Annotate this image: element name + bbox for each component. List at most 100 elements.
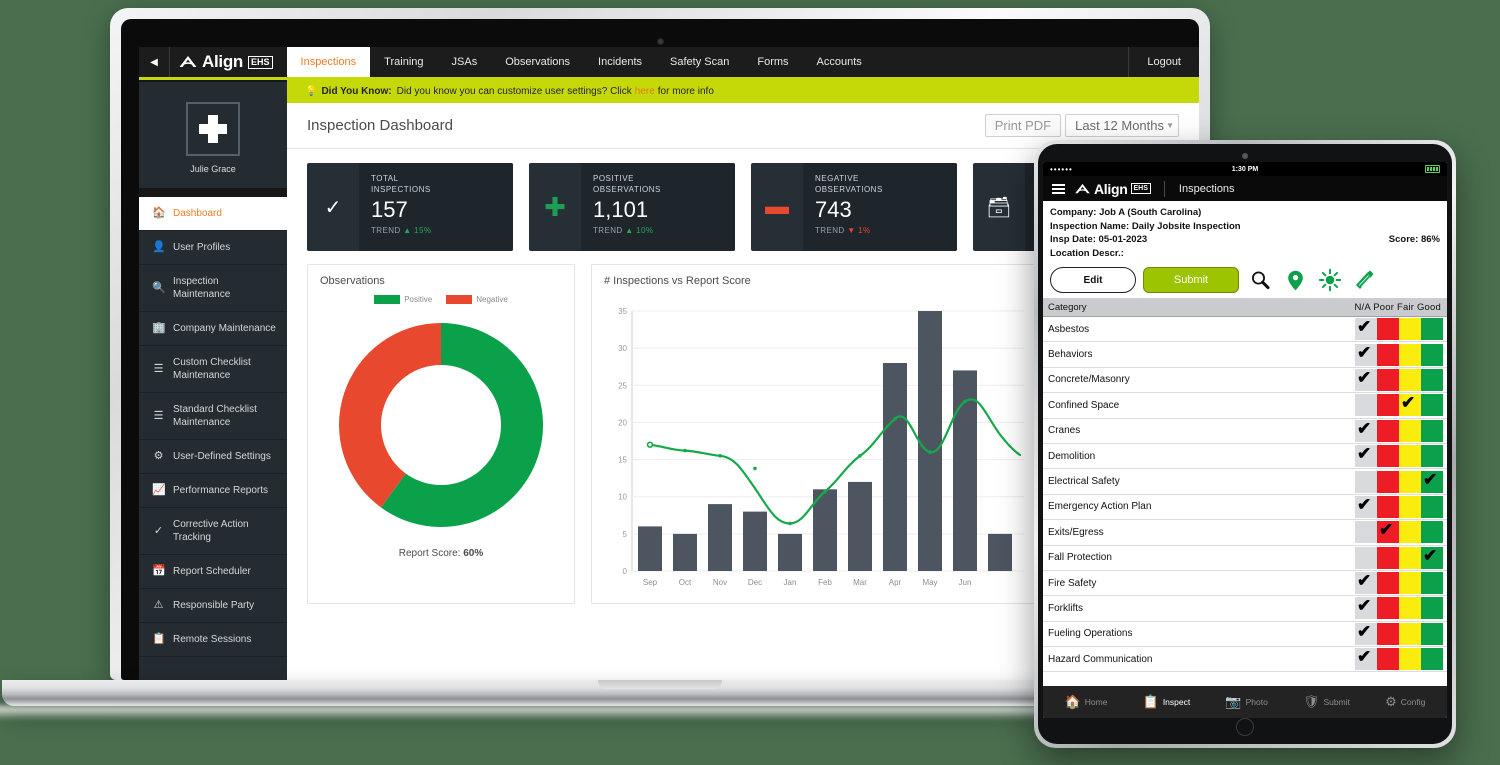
- table-row[interactable]: Fueling Operations ✔: [1043, 622, 1447, 648]
- rating-cell-poor[interactable]: [1377, 597, 1399, 620]
- rating-cell-good[interactable]: [1421, 343, 1443, 366]
- rating-cell-na[interactable]: ✔: [1355, 571, 1377, 595]
- rating-cell-fair[interactable]: [1399, 470, 1421, 493]
- rating-cell-good[interactable]: [1421, 394, 1443, 417]
- sidebar-item-standard-checklist-maintenance[interactable]: ☰ Standard Checklist Maintenance: [139, 393, 287, 440]
- rating-cell-na[interactable]: ✔: [1355, 317, 1377, 341]
- table-row[interactable]: Fall Protection ✔: [1043, 546, 1447, 571]
- rating-cell-na[interactable]: [1355, 546, 1377, 569]
- rating-cell-fair[interactable]: [1399, 546, 1421, 569]
- tab-training[interactable]: Training: [370, 47, 437, 77]
- rating-cell-fair[interactable]: [1399, 572, 1421, 595]
- sidebar-item-report-scheduler[interactable]: 📅 Report Scheduler: [139, 555, 287, 589]
- chevron-left-icon[interactable]: ◀: [139, 47, 169, 77]
- rating-cell-poor[interactable]: [1377, 622, 1399, 645]
- rating-cell-poor[interactable]: [1377, 495, 1399, 518]
- table-row[interactable]: Concrete/Masonry ✔: [1043, 368, 1447, 394]
- bottom-nav-submit[interactable]: 🛡 Submit: [1303, 694, 1350, 710]
- table-row[interactable]: Forklifts ✔: [1043, 596, 1447, 622]
- sidebar-item-remote-sessions[interactable]: 📋 Remote Sessions: [139, 623, 287, 657]
- location-pin-icon[interactable]: [1281, 267, 1309, 293]
- search-icon[interactable]: [1246, 267, 1274, 293]
- rating-cell-fair[interactable]: [1399, 318, 1421, 341]
- rating-cell-fair[interactable]: ✔: [1399, 393, 1421, 417]
- rating-cell-poor[interactable]: [1377, 546, 1399, 569]
- rating-cell-good[interactable]: [1421, 495, 1443, 518]
- rating-cell-poor[interactable]: ✔: [1377, 520, 1399, 544]
- table-row[interactable]: Demolition ✔: [1043, 444, 1447, 470]
- home-button[interactable]: [1236, 718, 1254, 736]
- rating-cell-good[interactable]: [1421, 419, 1443, 442]
- edit-button[interactable]: Edit: [1050, 267, 1136, 293]
- tab-jsas[interactable]: JSAs: [438, 47, 492, 77]
- rating-cell-poor[interactable]: [1377, 394, 1399, 417]
- rating-cell-good[interactable]: ✔: [1421, 470, 1443, 493]
- sidebar-item-user-profiles[interactable]: 👤 User Profiles: [139, 231, 287, 265]
- rating-cell-fair[interactable]: [1399, 419, 1421, 442]
- bottom-nav-photo[interactable]: 📷 Photo: [1225, 694, 1267, 710]
- date-range-select[interactable]: Last 12 Months ▼: [1065, 114, 1179, 137]
- rating-cell-na[interactable]: ✔: [1355, 495, 1377, 518]
- table-row[interactable]: Hazard Communication ✔: [1043, 647, 1447, 673]
- tab-inspections[interactable]: Inspections: [286, 47, 371, 77]
- stat-card-positive-observations[interactable]: ✚ POSITIVE OBSERVATIONS 1,101 TREND ▲ 10…: [529, 163, 735, 251]
- table-row[interactable]: Emergency Action Plan ✔: [1043, 495, 1447, 521]
- rating-cell-poor[interactable]: [1377, 318, 1399, 341]
- rating-cell-na[interactable]: ✔: [1355, 419, 1377, 442]
- tab-accounts[interactable]: Accounts: [803, 47, 876, 77]
- table-row[interactable]: Cranes ✔: [1043, 419, 1447, 444]
- rating-cell-na[interactable]: [1355, 521, 1377, 544]
- sidebar-item-corrective-action-tracking[interactable]: ✓ Corrective Action Tracking: [139, 508, 287, 555]
- tab-observations[interactable]: Observations: [491, 47, 584, 77]
- sun-icon[interactable]: [1316, 267, 1344, 293]
- rating-cell-good[interactable]: ✔: [1421, 546, 1443, 569]
- rating-cell-good[interactable]: [1421, 572, 1443, 595]
- rating-cell-poor[interactable]: [1377, 368, 1399, 391]
- rating-cell-fair[interactable]: [1399, 622, 1421, 645]
- rating-cell-na[interactable]: ✔: [1355, 596, 1377, 620]
- sidebar-item-responsible-party[interactable]: ⚠ Responsible Party: [139, 589, 287, 623]
- hamburger-icon[interactable]: [1052, 183, 1065, 194]
- rating-cell-fair[interactable]: [1399, 445, 1421, 468]
- bottom-nav-inspect[interactable]: 📋 Inspect: [1143, 694, 1191, 710]
- rating-cell-fair[interactable]: [1399, 343, 1421, 366]
- banner-link[interactable]: here: [635, 86, 655, 97]
- rating-cell-good[interactable]: [1421, 318, 1443, 341]
- rating-cell-good[interactable]: [1421, 622, 1443, 645]
- bottom-nav-config[interactable]: ⚙ Config: [1385, 694, 1425, 710]
- rating-cell-poor[interactable]: [1377, 419, 1399, 442]
- table-row[interactable]: Behaviors ✔: [1043, 342, 1447, 368]
- rating-cell-poor[interactable]: [1377, 470, 1399, 493]
- table-row[interactable]: Electrical Safety ✔: [1043, 469, 1447, 495]
- sidebar-item-custom-checklist-maintenance[interactable]: ☰ Custom Checklist Maintenance: [139, 346, 287, 393]
- rating-cell-good[interactable]: [1421, 445, 1443, 468]
- rating-cell-good[interactable]: [1421, 521, 1443, 544]
- logout-button[interactable]: Logout: [1128, 47, 1199, 77]
- tab-incidents[interactable]: Incidents: [584, 47, 656, 77]
- rating-cell-fair[interactable]: [1399, 521, 1421, 544]
- rating-cell-na[interactable]: ✔: [1355, 444, 1377, 468]
- rating-cell-na[interactable]: [1355, 470, 1377, 493]
- sidebar-item-dashboard[interactable]: 🏠 Dashboard: [139, 197, 287, 231]
- rating-cell-fair[interactable]: [1399, 368, 1421, 391]
- tab-safety-scan[interactable]: Safety Scan: [656, 47, 743, 77]
- stat-card-total-inspections[interactable]: ✓ TOTAL INSPECTIONS 157 TREND ▲ 15%: [307, 163, 513, 251]
- rating-cell-poor[interactable]: [1377, 343, 1399, 366]
- rating-cell-fair[interactable]: [1399, 495, 1421, 518]
- sidebar-item-performance-reports[interactable]: 📈 Performance Reports: [139, 474, 287, 508]
- table-row[interactable]: Exits/Egress ✔: [1043, 520, 1447, 546]
- rating-cell-poor[interactable]: [1377, 572, 1399, 595]
- table-row[interactable]: Asbestos ✔: [1043, 317, 1447, 343]
- rating-cell-good[interactable]: [1421, 648, 1443, 671]
- table-row[interactable]: Fire Safety ✔: [1043, 571, 1447, 597]
- sidebar-item-company-maintenance[interactable]: 🏢 Company Maintenance: [139, 312, 287, 346]
- sidebar-item-user-defined-settings[interactable]: ⚙ User-Defined Settings: [139, 440, 287, 474]
- table-row[interactable]: Confined Space ✔: [1043, 393, 1447, 419]
- signature-icon[interactable]: [1351, 267, 1379, 293]
- rating-cell-fair[interactable]: [1399, 648, 1421, 671]
- rating-cell-poor[interactable]: [1377, 648, 1399, 671]
- rating-cell-na[interactable]: ✔: [1355, 343, 1377, 366]
- rating-cell-poor[interactable]: [1377, 445, 1399, 468]
- print-pdf-button[interactable]: Print PDF: [984, 114, 1062, 137]
- tab-forms[interactable]: Forms: [743, 47, 802, 77]
